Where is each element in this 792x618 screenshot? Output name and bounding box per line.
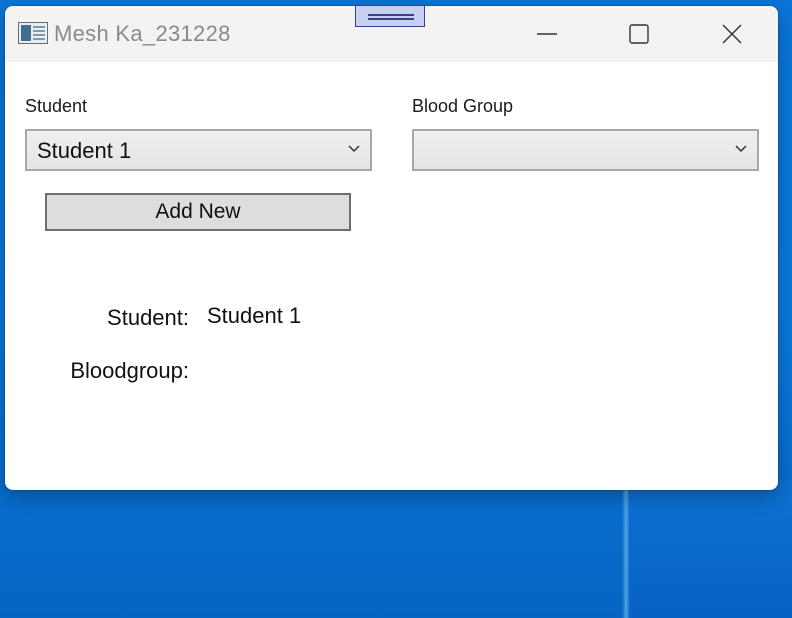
detail-student-label: Student:: [107, 305, 189, 330]
window-title: Mesh Ka_231228: [54, 21, 231, 46]
app-window: Mesh Ka_231228 Student Blood Group Stude…: [5, 6, 778, 490]
minimize-button[interactable]: [517, 14, 577, 54]
maximize-button[interactable]: [609, 14, 669, 54]
close-icon: [722, 24, 742, 44]
student-dropdown-value: Student 1: [37, 138, 132, 163]
drag-grip-handle[interactable]: [355, 5, 425, 27]
desktop-light-streak: [622, 480, 630, 618]
detail-student-value: Student 1: [207, 303, 302, 328]
detail-bloodgroup-label: Bloodgroup:: [70, 358, 189, 383]
minimize-icon: [537, 33, 557, 35]
app-icon: [18, 22, 48, 44]
add-new-button[interactable]: Add New: [45, 193, 351, 231]
blood-group-dropdown[interactable]: [412, 129, 759, 171]
chevron-down-icon: [735, 145, 747, 153]
close-button[interactable]: [702, 14, 762, 54]
blood-group-label: Blood Group: [412, 96, 514, 116]
chevron-down-icon: [348, 145, 360, 153]
desktop-highlight: [630, 480, 792, 618]
maximize-icon: [629, 24, 649, 44]
student-label: Student: [25, 96, 88, 116]
student-dropdown[interactable]: Student 1: [25, 129, 372, 171]
